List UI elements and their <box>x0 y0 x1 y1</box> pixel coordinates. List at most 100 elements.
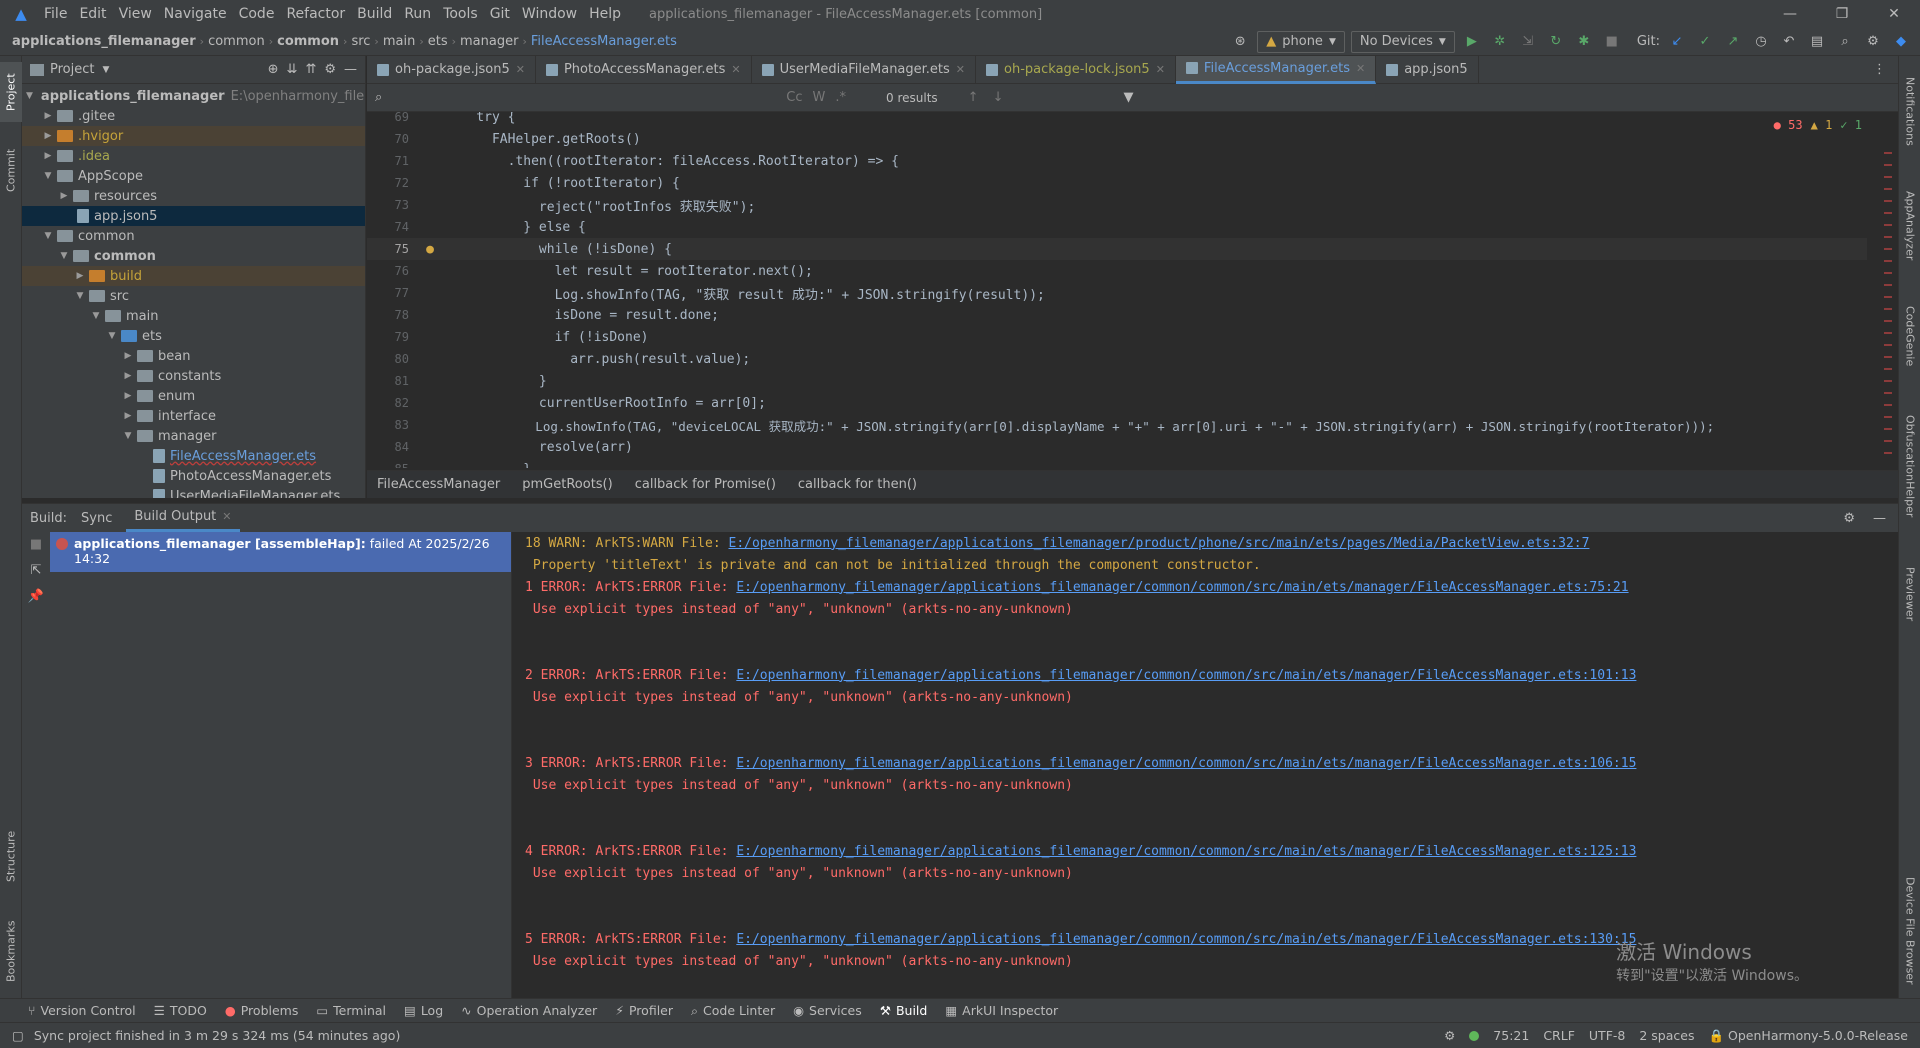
gear-icon[interactable]: ⚙ <box>324 62 336 77</box>
output-link[interactable]: E:/openharmony_filemanager/applications_… <box>736 932 1636 947</box>
codegenie-tool-tab[interactable]: CodeGenie <box>1899 291 1920 381</box>
tree-item-idea[interactable]: ▶ .idea <box>22 146 365 166</box>
tree-item-constants[interactable]: ▶ constants <box>22 366 365 386</box>
code-editor[interactable]: ● 53 ▲ 1 ✓ 1 69 try { 70 FAHelper.getRoo… <box>367 112 1898 468</box>
toolwindow-code-linter[interactable]: ⌕ Code Linter <box>691 1003 775 1019</box>
output-link[interactable]: E:/openharmony_filemanager/applications_… <box>736 756 1636 771</box>
menu-tools[interactable]: Tools <box>437 6 484 22</box>
search-everywhere-icon[interactable]: ⌕ <box>1834 31 1856 53</box>
git-update-icon[interactable]: ↙ <box>1666 31 1688 53</box>
file-encoding[interactable]: UTF-8 <box>1589 1028 1625 1043</box>
search-icon[interactable]: ⌕ <box>375 90 382 105</box>
pin-icon[interactable]: 📌 <box>22 584 50 610</box>
menu-help[interactable]: Help <box>583 6 627 22</box>
rollback-icon[interactable]: ↶ <box>1778 31 1800 53</box>
toolwindow-services[interactable]: ◉ Services <box>793 1003 862 1018</box>
minimize-icon[interactable]: — <box>1764 6 1816 22</box>
profile-icon[interactable]: ✱ <box>1573 31 1595 53</box>
tree-item-resources[interactable]: ▶ resources <box>22 186 365 206</box>
menu-window[interactable]: Window <box>516 6 583 22</box>
menu-view[interactable]: View <box>113 6 158 22</box>
output-link[interactable]: E:/openharmony_filemanager/applications_… <box>736 668 1636 683</box>
collapse-all-icon[interactable]: ⇈ <box>305 62 316 77</box>
tree-item-common-module[interactable]: ▼ common <box>22 246 365 266</box>
project-tool-tab[interactable]: Project <box>0 62 22 122</box>
caret-position[interactable]: 75:21 <box>1493 1028 1529 1043</box>
git-commit-icon[interactable]: ✓ <box>1694 31 1716 53</box>
tree-item-appscope[interactable]: ▼ AppScope <box>22 166 365 186</box>
menu-run[interactable]: Run <box>398 6 437 22</box>
toolwindow-problems[interactable]: ● Problems <box>225 1003 299 1018</box>
toolwindow-todo[interactable]: ☰ TODO <box>154 1003 207 1018</box>
tree-item-common[interactable]: ▼ common <box>22 226 365 246</box>
device-file-browser-tool-tab[interactable]: Device File Browser <box>1899 856 1920 1006</box>
previous-occurrence-icon[interactable]: ↑ <box>968 90 979 105</box>
expand-all-icon[interactable]: ⇊ <box>287 62 298 77</box>
sdk-version[interactable]: 🔒 OpenHarmony-5.0.0-Release <box>1708 1028 1908 1044</box>
tree-item-fileaccessmanager[interactable]: FileAccessManager.ets <box>22 446 365 466</box>
menu-refactor[interactable]: Refactor <box>280 6 351 22</box>
tab-usermediafilemanager[interactable]: UserMediaFileManager.ets ✕ <box>752 55 977 84</box>
regex-icon[interactable]: .* <box>835 90 846 105</box>
indent-setting[interactable]: 2 spaces <box>1639 1028 1694 1043</box>
tree-item-gitee[interactable]: ▶ .gitee <box>22 106 365 126</box>
tree-item-manager[interactable]: ▼ manager <box>22 426 365 446</box>
appanalyzer-tool-tab[interactable]: AppAnalyzer <box>1899 176 1920 276</box>
device-select[interactable]: No Devices ▼ <box>1350 30 1455 53</box>
ide-logo-icon[interactable]: ◆ <box>1890 31 1912 53</box>
match-case-icon[interactable]: Cc <box>786 90 802 105</box>
gear-icon[interactable]: ⚙ <box>1843 511 1855 526</box>
tree-item-ets[interactable]: ▼ ets <box>22 326 365 346</box>
target-icon[interactable]: ⊛ <box>1229 31 1251 53</box>
tab-build-output[interactable]: Build Output ✕ <box>126 504 240 532</box>
hide-panel-icon[interactable]: — <box>344 62 357 77</box>
menu-edit[interactable]: Edit <box>73 6 112 22</box>
tab-fileaccessmanager[interactable]: FileAccessManager.ets ✕ <box>1175 55 1377 84</box>
history-icon[interactable]: ◷ <box>1750 31 1772 53</box>
whole-word-icon[interactable]: W <box>813 90 826 105</box>
search-input[interactable] <box>382 88 762 108</box>
line-separator[interactable]: CRLF <box>1543 1028 1575 1043</box>
tab-app-json5[interactable]: app.json5 <box>1376 55 1479 84</box>
status-message[interactable]: Sync project finished in 3 m 29 s 324 ms… <box>34 1028 401 1043</box>
code-breadcrumb-method[interactable]: pmGetRoots() <box>522 477 612 492</box>
menu-git[interactable]: Git <box>484 6 516 22</box>
menu-navigate[interactable]: Navigate <box>158 6 233 22</box>
locate-file-icon[interactable]: ⊕ <box>268 62 279 77</box>
toolwindow-terminal[interactable]: ▭ Terminal <box>316 1003 386 1018</box>
tree-item-app-json5[interactable]: app.json5 <box>22 206 365 226</box>
device-type-select[interactable]: ▲ phone ▼ <box>1257 30 1345 53</box>
toolwindow-arkui-inspector[interactable]: ▦ ArkUI Inspector <box>945 1003 1058 1018</box>
apply-changes-icon[interactable]: ↻ <box>1545 31 1567 53</box>
settings-icon[interactable]: ⚙ <box>1862 31 1884 53</box>
attach-debugger-icon[interactable]: ⇲ <box>1517 31 1539 53</box>
memory-icon[interactable]: ⚙ <box>1444 1028 1455 1043</box>
tree-item-hvigor[interactable]: ▶ .hvigor <box>22 126 365 146</box>
tab-photoaccessmanager[interactable]: PhotoAccessManager.ets ✕ <box>536 55 752 84</box>
toolwindow-version-control[interactable]: ⑂ Version Control <box>28 1003 136 1018</box>
close-icon[interactable]: ✕ <box>1868 6 1920 22</box>
git-push-icon[interactable]: ↗ <box>1722 31 1744 53</box>
structure-tool-tab[interactable]: Structure <box>0 816 22 896</box>
toolwindow-operation-analyzer[interactable]: ∿ Operation Analyzer <box>461 1003 597 1018</box>
toolwindow-build[interactable]: ⚒ Build <box>880 1003 928 1018</box>
run-icon[interactable]: ▶ <box>1461 31 1483 53</box>
toolwindow-log[interactable]: ▤ Log <box>404 1003 443 1018</box>
code-breadcrumb-class[interactable]: FileAccessManager <box>377 477 500 492</box>
breadcrumb-src[interactable]: src <box>347 34 374 49</box>
tree-item-enum[interactable]: ▶ enum <box>22 386 365 406</box>
code-breadcrumb-promise[interactable]: callback for Promise() <box>635 477 776 492</box>
code-breadcrumb-then[interactable]: callback for then() <box>798 477 917 492</box>
breadcrumb-manager[interactable]: manager <box>456 34 522 49</box>
tab-oh-package-json5[interactable]: oh-package.json5 ✕ <box>367 55 536 84</box>
debug-icon[interactable]: ✲ <box>1489 31 1511 53</box>
menu-file[interactable]: File <box>38 6 73 22</box>
menu-build[interactable]: Build <box>351 6 398 22</box>
filter-icon[interactable]: ▼ <box>1123 90 1133 105</box>
build-task-item[interactable]: applications_filemanager [assembleHap]: … <box>50 532 511 572</box>
stop-icon[interactable]: ■ <box>1601 31 1623 53</box>
tree-item-photoaccessmanager[interactable]: PhotoAccessManager.ets <box>22 466 365 486</box>
tree-item-usermediafilemanager[interactable]: UserMediaFileManager.ets <box>22 486 365 498</box>
tree-item-interface[interactable]: ▶ interface <box>22 406 365 426</box>
build-output-console[interactable]: 18 WARN: ArkTS:WARN File: E:/openharmony… <box>513 532 1898 1015</box>
